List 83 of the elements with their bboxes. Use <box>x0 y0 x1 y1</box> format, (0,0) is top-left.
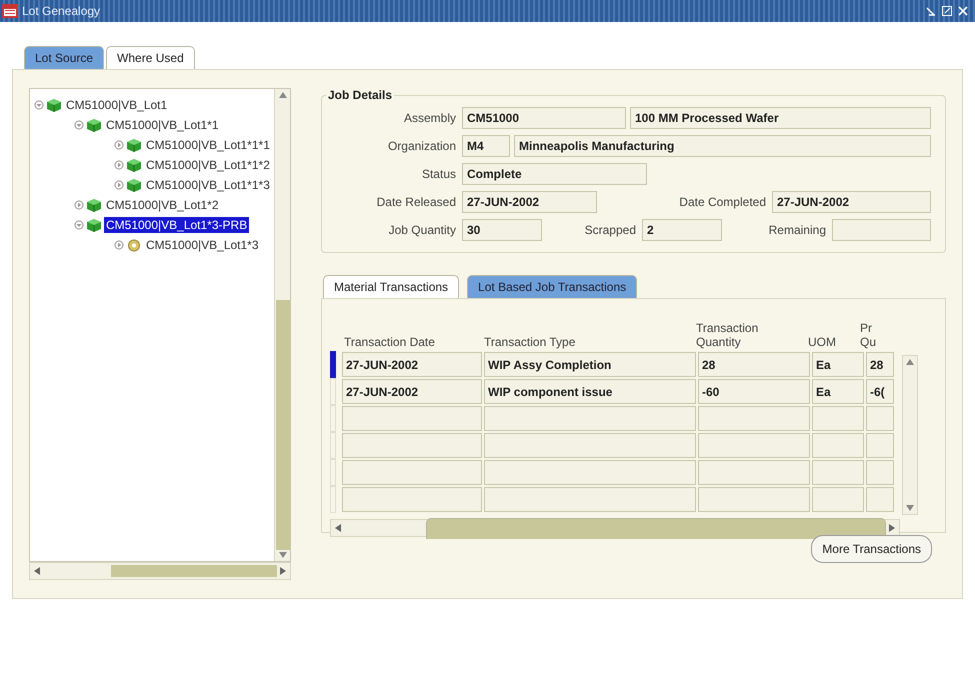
input-field[interactable]: 30 <box>462 219 542 241</box>
input-field[interactable]: Complete <box>462 163 647 185</box>
table-cell <box>866 460 894 485</box>
minimize-icon[interactable] <box>925 5 937 17</box>
input-field[interactable] <box>832 219 931 241</box>
up-arrow-icon[interactable] <box>906 359 914 365</box>
column-header: Transaction Quantity <box>695 321 760 351</box>
input-field[interactable]: 27-JUN-2002 <box>772 191 931 213</box>
table-cell <box>812 406 864 431</box>
down-arrow-icon[interactable] <box>906 505 914 511</box>
input-field[interactable]: 100 MM Processed Wafer <box>630 107 931 129</box>
scrollbar[interactable] <box>330 519 900 537</box>
frame-title: Job Details <box>327 88 394 102</box>
field-label: Date Released <box>376 195 457 209</box>
input-field[interactable]: 2 <box>642 219 722 241</box>
table-cell: Ea <box>812 352 864 377</box>
left-arrow-icon[interactable] <box>335 524 341 532</box>
input-field[interactable]: 27-JUN-2002 <box>462 191 597 213</box>
tab[interactable]: Lot Source <box>24 46 104 69</box>
tree-node[interactable]: CM51000|VB_Lot1*3 <box>144 237 261 253</box>
table-cell: -60 <box>698 379 810 404</box>
table-cell <box>866 406 894 431</box>
tree-node[interactable]: CM51000|VB_Lot1 <box>64 97 170 113</box>
field-label: Organization <box>386 139 457 153</box>
up-arrow-icon[interactable] <box>278 92 286 98</box>
column-header: Transaction Date <box>343 335 436 351</box>
input-field[interactable]: CM51000 <box>462 107 626 129</box>
field-label: Job Quantity <box>388 223 457 237</box>
scrollbar[interactable] <box>274 89 290 561</box>
tree-node[interactable]: CM51000|VB_Lot1*1*1 <box>144 137 272 153</box>
field-label: Scrapped <box>584 223 637 237</box>
expand-icon[interactable] <box>114 140 124 150</box>
field-label: Status <box>420 167 457 181</box>
collapse-icon[interactable] <box>34 100 44 110</box>
field-label: Assembly <box>402 111 457 125</box>
scrollbar[interactable] <box>902 355 918 515</box>
table-cell: -6( <box>866 379 894 404</box>
maximize-icon[interactable] <box>941 5 953 17</box>
scroll-thumb[interactable] <box>426 518 886 538</box>
input-field[interactable]: M4 <box>462 135 510 157</box>
tab[interactable]: Where Used <box>106 46 195 69</box>
expand-icon[interactable] <box>114 160 124 170</box>
expand-icon[interactable] <box>114 240 124 250</box>
scroll-thumb[interactable] <box>276 300 290 550</box>
tab[interactable]: Material Transactions <box>323 275 460 298</box>
table-cell: 28 <box>866 352 894 377</box>
column-header: Transaction Type <box>483 335 576 351</box>
tree-node[interactable]: CM51000|VB_Lot1*2 <box>104 197 221 213</box>
column-header: Pr Qu <box>859 321 878 351</box>
table-cell <box>866 433 894 458</box>
more-transactions-button[interactable]: More Transactions <box>811 535 932 563</box>
collapse-icon[interactable] <box>74 220 84 230</box>
table-cell <box>812 487 864 512</box>
column-header: UOM <box>807 335 837 351</box>
down-arrow-icon[interactable] <box>278 552 286 558</box>
table-cell: 27-JUN-2002 <box>342 352 482 377</box>
scrollbar[interactable] <box>29 562 291 580</box>
expand-icon[interactable] <box>114 180 124 190</box>
table-cell: 28 <box>698 352 810 377</box>
right-arrow-icon[interactable] <box>280 567 286 575</box>
table-cell <box>812 460 864 485</box>
collapse-icon[interactable] <box>74 120 84 130</box>
table-cell: WIP component issue <box>484 379 696 404</box>
table-cell: WIP Assy Completion <box>484 352 696 377</box>
table-cell <box>866 487 894 512</box>
tree-node[interactable]: CM51000|VB_Lot1*1*3 <box>144 177 272 193</box>
tree-node[interactable]: CM51000|VB_Lot1*1 <box>104 117 221 133</box>
scroll-thumb[interactable] <box>111 565 277 577</box>
left-arrow-icon[interactable] <box>34 567 40 575</box>
field-label: Remaining <box>768 223 827 237</box>
close-icon[interactable] <box>957 5 969 17</box>
window-title: Lot Genealogy <box>22 4 100 18</box>
expand-icon[interactable] <box>74 200 84 210</box>
tree-node[interactable]: CM51000|VB_Lot1*3-PRB <box>104 217 250 233</box>
table-cell: 27-JUN-2002 <box>342 379 482 404</box>
table-cell <box>812 433 864 458</box>
input-field[interactable]: Minneapolis Manufacturing <box>514 135 931 157</box>
tab[interactable]: Lot Based Job Transactions <box>467 275 638 298</box>
right-arrow-icon[interactable] <box>889 524 895 532</box>
app-icon <box>2 4 18 18</box>
field-label: Date Completed <box>678 195 767 209</box>
tree-node[interactable]: CM51000|VB_Lot1*1*2 <box>144 157 272 173</box>
table-cell: Ea <box>812 379 864 404</box>
